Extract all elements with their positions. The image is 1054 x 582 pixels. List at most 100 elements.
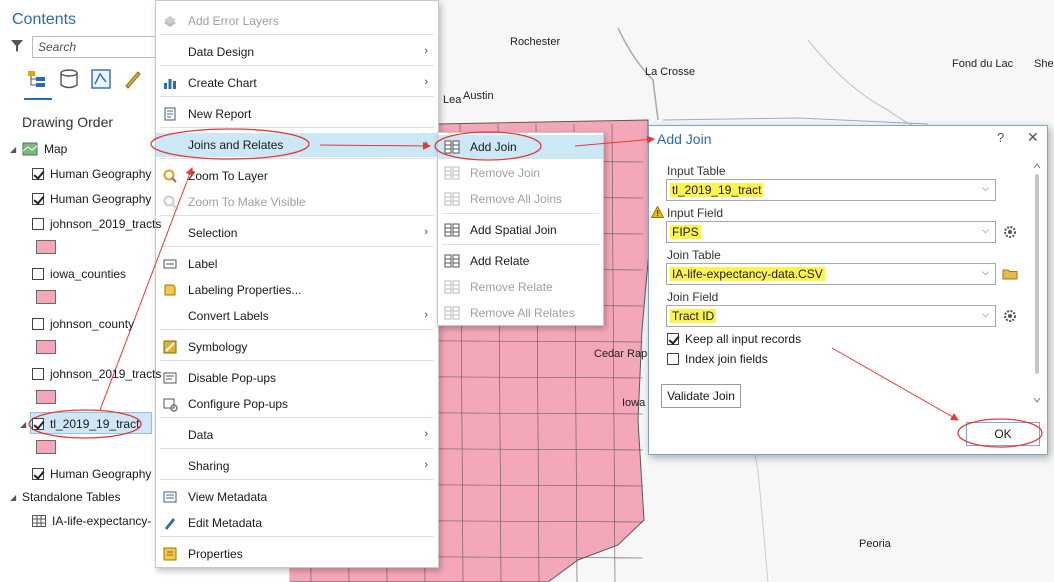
menu-item-configure-popups[interactable]: Configure Pop-ups	[156, 392, 438, 416]
city-label: Peoria	[859, 538, 891, 550]
layer-visibility-checkbox[interactable]	[32, 468, 44, 480]
selection-icon[interactable]	[90, 68, 112, 90]
menu-item-label[interactable]: Label	[156, 252, 438, 276]
menu-item-label: Zoom To Make Visible	[188, 195, 306, 209]
join-table-combo[interactable]: IA-life-expectancy-data.CSV ⌵	[666, 263, 996, 285]
labeling-properties-icon	[164, 284, 176, 296]
validate-join-button[interactable]: Validate Join	[661, 384, 741, 408]
menu-item-add-error-layers[interactable]: Add Error Layers	[156, 9, 438, 33]
submenu-item-label: Add Spatial Join	[470, 223, 557, 237]
layer-item[interactable]: johnson_2019_tracts	[32, 214, 161, 234]
menu-item-view-metadata[interactable]: View Metadata	[156, 485, 438, 509]
filter-icon[interactable]	[10, 38, 24, 54]
menu-item-joins-and-relates[interactable]: Joins and Relates ›	[156, 133, 438, 157]
city-label: Austin	[463, 90, 494, 102]
menu-item-disable-popups[interactable]: Disable Pop-ups	[156, 366, 438, 390]
menu-item-selection[interactable]: Selection ›	[156, 221, 438, 245]
layer-symbol-swatch[interactable]	[36, 340, 56, 354]
input-table-label: Input Table	[667, 164, 726, 178]
search-input[interactable]: Search	[32, 36, 160, 58]
chevron-down-icon: ⌵	[982, 225, 989, 235]
chevron-right-icon: ›	[424, 226, 428, 238]
collapse-icon[interactable]: ◢	[20, 420, 28, 429]
dialog-scrollbar[interactable]	[1032, 162, 1042, 406]
layer-visibility-checkbox[interactable]	[32, 368, 44, 380]
layer-item[interactable]: Human Geography	[32, 164, 151, 184]
standalone-table-item[interactable]: IA-life-expectancy-	[32, 511, 151, 531]
standalone-tables-group[interactable]: ◢ Standalone Tables	[10, 487, 121, 507]
layer-symbol-swatch[interactable]	[36, 290, 56, 304]
submenu-item-remove-all-relates[interactable]: Remove All Relates	[438, 301, 603, 325]
keep-all-checkbox[interactable]	[667, 333, 679, 345]
view-metadata-icon	[163, 491, 177, 503]
layer-item[interactable]: ◢ tl_2019_19_tract	[20, 414, 139, 434]
gear-icon[interactable]	[1002, 224, 1018, 240]
joins-relates-submenu: Add Join Remove Join Remove All Joins Add S…	[437, 132, 604, 326]
chevron-right-icon: ›	[424, 138, 428, 150]
gear-icon[interactable]	[1002, 308, 1018, 324]
layer-visibility-checkbox[interactable]	[32, 218, 44, 230]
menu-item-edit-metadata[interactable]: Edit Metadata	[156, 511, 438, 535]
layer-visibility-checkbox[interactable]	[32, 418, 44, 430]
help-button[interactable]: ?	[997, 130, 1004, 145]
menu-item-zoom-to-layer[interactable]: Zoom To Layer	[156, 164, 438, 188]
data-source-icon[interactable]	[58, 68, 80, 90]
input-field-combo[interactable]: FIPS ⌵	[666, 221, 996, 243]
menu-item-new-report[interactable]: New Report	[156, 102, 438, 126]
submenu-item-add-join[interactable]: Add Join	[438, 135, 603, 159]
layer-symbol-swatch[interactable]	[36, 240, 56, 254]
layer-item[interactable]: Human Geography	[32, 464, 151, 484]
submenu-item-add-relate[interactable]: Add Relate	[438, 249, 603, 273]
menu-separator	[160, 246, 434, 247]
configure-popups-icon	[163, 398, 178, 412]
menu-item-data[interactable]: Data ›	[156, 423, 438, 447]
submenu-item-remove-join[interactable]: Remove Join	[438, 161, 603, 185]
layer-visibility-checkbox[interactable]	[32, 168, 44, 180]
index-join-checkbox[interactable]	[667, 353, 679, 365]
edit-metadata-icon	[165, 518, 175, 530]
menu-item-label: Selection	[188, 226, 238, 240]
layer-item[interactable]: johnson_county	[32, 314, 134, 334]
join-field-combo[interactable]: Tract ID ⌵	[666, 305, 996, 327]
chevron-right-icon: ›	[424, 76, 428, 88]
map-tree-item[interactable]: ◢ Map	[10, 139, 67, 159]
menu-item-zoom-to-make-visible[interactable]: Zoom To Make Visible	[156, 190, 438, 214]
tool-selected-indicator	[24, 98, 52, 100]
layer-label: johnson_2019_tracts	[50, 217, 162, 231]
menu-item-labeling-properties[interactable]: Labeling Properties...	[156, 278, 438, 302]
collapse-icon[interactable]: ◢	[10, 145, 18, 154]
menu-item-properties[interactable]: Properties	[156, 542, 438, 566]
join-table-label: Join Table	[667, 248, 721, 262]
index-join-option[interactable]: Index join fields	[667, 352, 768, 366]
collapse-icon[interactable]: ◢	[10, 493, 18, 502]
keep-all-records-option[interactable]: Keep all input records	[667, 332, 801, 346]
menu-item-sharing[interactable]: Sharing ›	[156, 454, 438, 478]
submenu-item-remove-relate[interactable]: Remove Relate	[438, 275, 603, 299]
chevron-down-icon: ⌵	[982, 183, 989, 193]
layer-item[interactable]: iowa_counties	[32, 264, 126, 284]
layer-visibility-checkbox[interactable]	[32, 268, 44, 280]
menu-item-convert-labels[interactable]: Convert Labels ›	[156, 304, 438, 328]
menu-item-create-chart[interactable]: Create Chart ›	[156, 71, 438, 95]
editing-icon[interactable]	[122, 68, 144, 90]
city-label: La Crosse	[645, 66, 696, 78]
chevron-right-icon: ›	[424, 309, 428, 321]
layer-visibility-checkbox[interactable]	[32, 193, 44, 205]
layer-item[interactable]: johnson_2019_tracts	[32, 364, 161, 384]
folder-icon[interactable]	[1002, 266, 1018, 282]
ok-button[interactable]: OK	[966, 422, 1040, 446]
zoom-to-layer-icon	[163, 169, 177, 183]
close-button[interactable]: ✕	[1027, 129, 1039, 146]
drawing-order-icon[interactable]	[26, 68, 48, 90]
layer-symbol-swatch[interactable]	[36, 440, 56, 454]
layer-visibility-checkbox[interactable]	[32, 318, 44, 330]
input-table-combo[interactable]: tl_2019_19_tract ⌵	[666, 179, 996, 201]
menu-item-data-design[interactable]: Data Design ›	[156, 40, 438, 64]
add-error-layers-icon	[164, 16, 176, 27]
submenu-item-add-spatial-join[interactable]: Add Spatial Join	[438, 218, 603, 242]
menu-item-label: Properties	[188, 547, 243, 561]
menu-item-symbology[interactable]: Symbology	[156, 335, 438, 359]
layer-symbol-swatch[interactable]	[36, 390, 56, 404]
layer-item[interactable]: Human Geography	[32, 189, 151, 209]
submenu-item-remove-all-joins[interactable]: Remove All Joins	[438, 187, 603, 211]
